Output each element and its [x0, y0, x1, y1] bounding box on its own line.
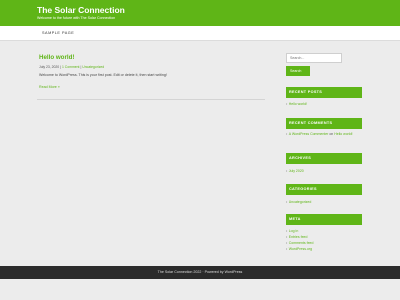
search-input[interactable] — [286, 53, 342, 63]
list-item[interactable]: • Log in — [286, 229, 298, 233]
site-footer: The Solar Connection 2022 · Powered by W… — [0, 266, 400, 279]
list-item: • A WordPress Commenter on Hello world! — [286, 132, 353, 136]
footer-text: The Solar Connection 2022 · Powered by W… — [157, 270, 243, 275]
read-more-link[interactable]: Read More » — [39, 85, 60, 89]
list-item[interactable]: • Hello world! — [286, 102, 307, 106]
comment-connector: on — [329, 132, 334, 136]
recent-posts-heading: Recent Posts — [286, 87, 362, 98]
archive-link[interactable]: July 2020 — [289, 169, 304, 173]
nav-item-sample-page[interactable]: Sample Page — [42, 31, 74, 35]
list-item[interactable]: • Comments feed — [286, 241, 313, 245]
bullet-icon: • — [286, 132, 288, 136]
meta-separator: | — [60, 65, 62, 69]
bullet-icon: • — [286, 241, 288, 245]
list-item[interactable]: • July 2020 — [286, 169, 304, 173]
bullet-icon: • — [286, 169, 288, 173]
meta-heading: Meta — [286, 214, 362, 225]
meta-link-comments-feed[interactable]: Comments feed — [289, 241, 314, 245]
post-date[interactable]: July 23, 2020 — [39, 65, 59, 69]
archives-heading: Archives — [286, 153, 362, 164]
meta-link-entries-feed[interactable]: Entries feed — [289, 235, 308, 239]
bullet-icon: • — [286, 102, 288, 106]
site-title[interactable]: The Solar Connection — [37, 5, 125, 15]
page: The Solar Connection Welcome to the futu… — [0, 0, 400, 300]
list-item[interactable]: • WordPress.org — [286, 247, 312, 251]
bullet-icon: • — [286, 200, 288, 204]
recent-comments-heading: Recent Comments — [286, 118, 362, 129]
comment-author-link[interactable]: A WordPress Commenter — [289, 132, 329, 136]
bullet-icon: • — [286, 229, 288, 233]
post-excerpt: Welcome to WordPress. This is your first… — [39, 73, 167, 77]
site-header: The Solar Connection Welcome to the futu… — [0, 0, 400, 26]
post-meta: July 23, 2020 | 1 Comment | Uncategorize… — [39, 65, 104, 69]
list-item[interactable]: • Entries feed — [286, 235, 307, 239]
post-category-link[interactable]: Uncategorized — [82, 65, 104, 69]
site-tagline: Welcome to the future with The Solar Con… — [37, 15, 116, 20]
meta-link-log-in[interactable]: Log in — [289, 229, 299, 233]
post-comments-link[interactable]: 1 Comment — [62, 65, 80, 69]
category-link[interactable]: Uncategorized — [289, 200, 312, 204]
post-title[interactable]: Hello world! — [39, 54, 74, 61]
categories-heading: Categories — [286, 184, 362, 195]
bullet-icon: • — [286, 247, 288, 251]
recent-post-link[interactable]: Hello world! — [289, 102, 307, 106]
search-button[interactable]: Search — [286, 66, 310, 76]
list-item[interactable]: • Uncategorized — [286, 200, 311, 204]
meta-link-wordpress-org[interactable]: WordPress.org — [289, 247, 312, 251]
bullet-icon: • — [286, 235, 288, 239]
comment-post-link[interactable]: Hello world! — [334, 132, 352, 136]
main-navigation: Sample Page — [0, 26, 400, 41]
post-divider — [37, 99, 265, 100]
